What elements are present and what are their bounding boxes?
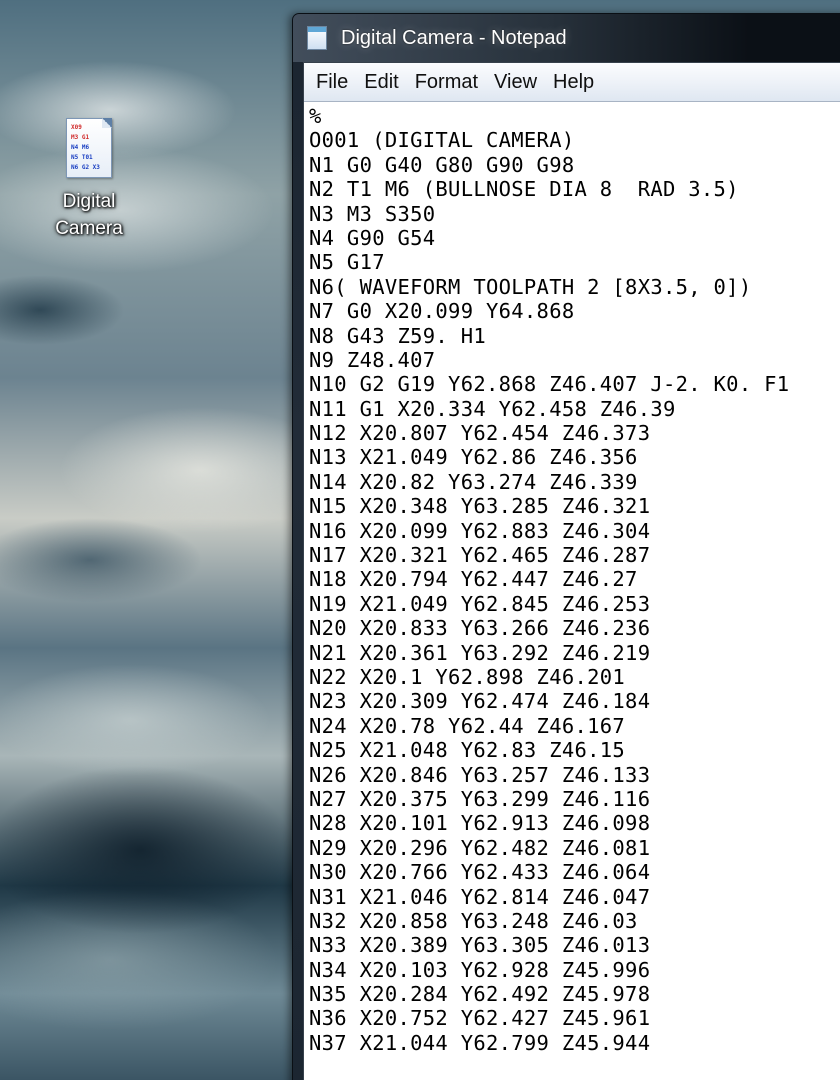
editor-line: N10 G2 G19 Y62.868 Z46.407 J-2. K0. F1 (309, 372, 790, 397)
editor-line: N31 X21.046 Y62.814 Z46.047 (309, 884, 651, 909)
editor-line: N33 X20.389 Y63.305 Z46.013 (309, 933, 651, 958)
menu-edit[interactable]: Edit (356, 68, 406, 96)
editor-line: N14 X20.82 Y63.274 Z46.339 (309, 469, 638, 494)
editor-line: N8 G43 Z59. H1 (309, 323, 486, 348)
editor-line: N6( WAVEFORM TOOLPATH 2 [8X3.5, 0]) (309, 274, 752, 299)
file-glyph-line: M3 G1 (71, 134, 90, 141)
editor-line: N20 X20.833 Y63.266 Z46.236 (309, 616, 651, 641)
editor-line: N15 X20.348 Y63.285 Z46.321 (309, 494, 651, 519)
editor-line: N29 X20.296 Y62.482 Z46.081 (309, 835, 651, 860)
editor-line: N2 T1 M6 (BULLNOSE DIA 8 RAD 3.5) (309, 177, 739, 202)
window-title: Digital Camera - Notepad (341, 27, 567, 49)
editor-line: N13 X21.049 Y62.86 Z46.356 (309, 445, 638, 470)
editor-line: N17 X20.321 Y62.465 Z46.287 (309, 543, 651, 568)
editor-line: N4 G90 G54 (309, 225, 436, 250)
editor-line: N12 X20.807 Y62.454 Z46.373 (309, 421, 651, 446)
editor-line: N23 X20.309 Y62.474 Z46.184 (309, 689, 651, 714)
editor-line: N21 X20.361 Y63.292 Z46.219 (309, 640, 651, 665)
menu-file[interactable]: File (308, 68, 356, 96)
menu-view[interactable]: View (486, 68, 545, 96)
editor-line: N34 X20.103 Y62.928 Z45.996 (309, 957, 651, 982)
editor-line: N19 X21.049 Y62.845 Z46.253 (309, 591, 651, 616)
editor-line: N11 G1 X20.334 Y62.458 Z46.39 (309, 396, 676, 421)
editor-line: N3 M3 S350 (309, 201, 436, 226)
editor-line: N26 X20.846 Y63.257 Z46.133 (309, 762, 651, 787)
editor-line: N28 X20.101 Y62.913 Z46.098 (309, 811, 651, 836)
file-glyph-line: N6 G2 X3 (71, 164, 100, 171)
editor-line: N25 X21.048 Y62.83 Z46.15 (309, 738, 626, 763)
editor-line: O001 (DIGITAL CAMERA) (309, 128, 575, 153)
editor-line: % (309, 104, 322, 128)
menu-bar: File Edit Format View Help (304, 63, 840, 102)
editor-line: N24 X20.78 Y62.44 Z46.167 (309, 713, 626, 738)
file-glyph-line: N5 T01 (71, 154, 93, 161)
notepad-window: Digital Camera - Notepad File Edit Forma… (292, 13, 840, 1080)
editor-line: N9 Z48.407 (309, 347, 436, 372)
editor-line: N32 X20.858 Y63.248 Z46.03 (309, 908, 638, 933)
editor-line: N18 X20.794 Y62.447 Z46.27 (309, 567, 638, 592)
desktop-icon-label: Digital Camera (55, 191, 123, 239)
editor-line: N1 G0 G40 G80 G90 G98 (309, 152, 575, 177)
editor-line: N36 X20.752 Y62.427 Z45.961 (309, 1006, 651, 1031)
editor-line: N7 G0 X20.099 Y64.868 (309, 299, 575, 324)
title-bar[interactable]: Digital Camera - Notepad (293, 14, 840, 62)
notepad-app-icon (307, 26, 327, 50)
file-glyph-line: X09 (71, 124, 82, 131)
text-editor-area[interactable]: % O001 (DIGITAL CAMERA) N1 G0 G40 G80 G90 … (304, 101, 840, 1080)
editor-line: N37 X21.044 Y62.799 Z45.944 (309, 1030, 651, 1055)
editor-line: N5 G17 (309, 250, 385, 275)
window-client-area: File Edit Format View Help % O001 (DIGITA… (303, 62, 840, 1080)
file-glyph-line: N4 M6 (71, 144, 90, 151)
editor-line: N27 X20.375 Y63.299 Z46.116 (309, 786, 651, 811)
editor-line: N30 X20.766 Y62.433 Z46.064 (309, 860, 651, 885)
menu-format[interactable]: Format (407, 68, 486, 96)
desktop-icon-digital-camera[interactable]: X09 M3 G1 N4 M6 N5 T01 N6 G2 X3 Digital … (46, 118, 132, 242)
editor-line: N16 X20.099 Y62.883 Z46.304 (309, 518, 651, 543)
text-file-icon: X09 M3 G1 N4 M6 N5 T01 N6 G2 X3 (66, 118, 112, 178)
menu-help[interactable]: Help (545, 68, 602, 96)
editor-line: N35 X20.284 Y62.492 Z45.978 (309, 982, 651, 1007)
editor-line: N22 X20.1 Y62.898 Z46.201 (309, 664, 626, 689)
